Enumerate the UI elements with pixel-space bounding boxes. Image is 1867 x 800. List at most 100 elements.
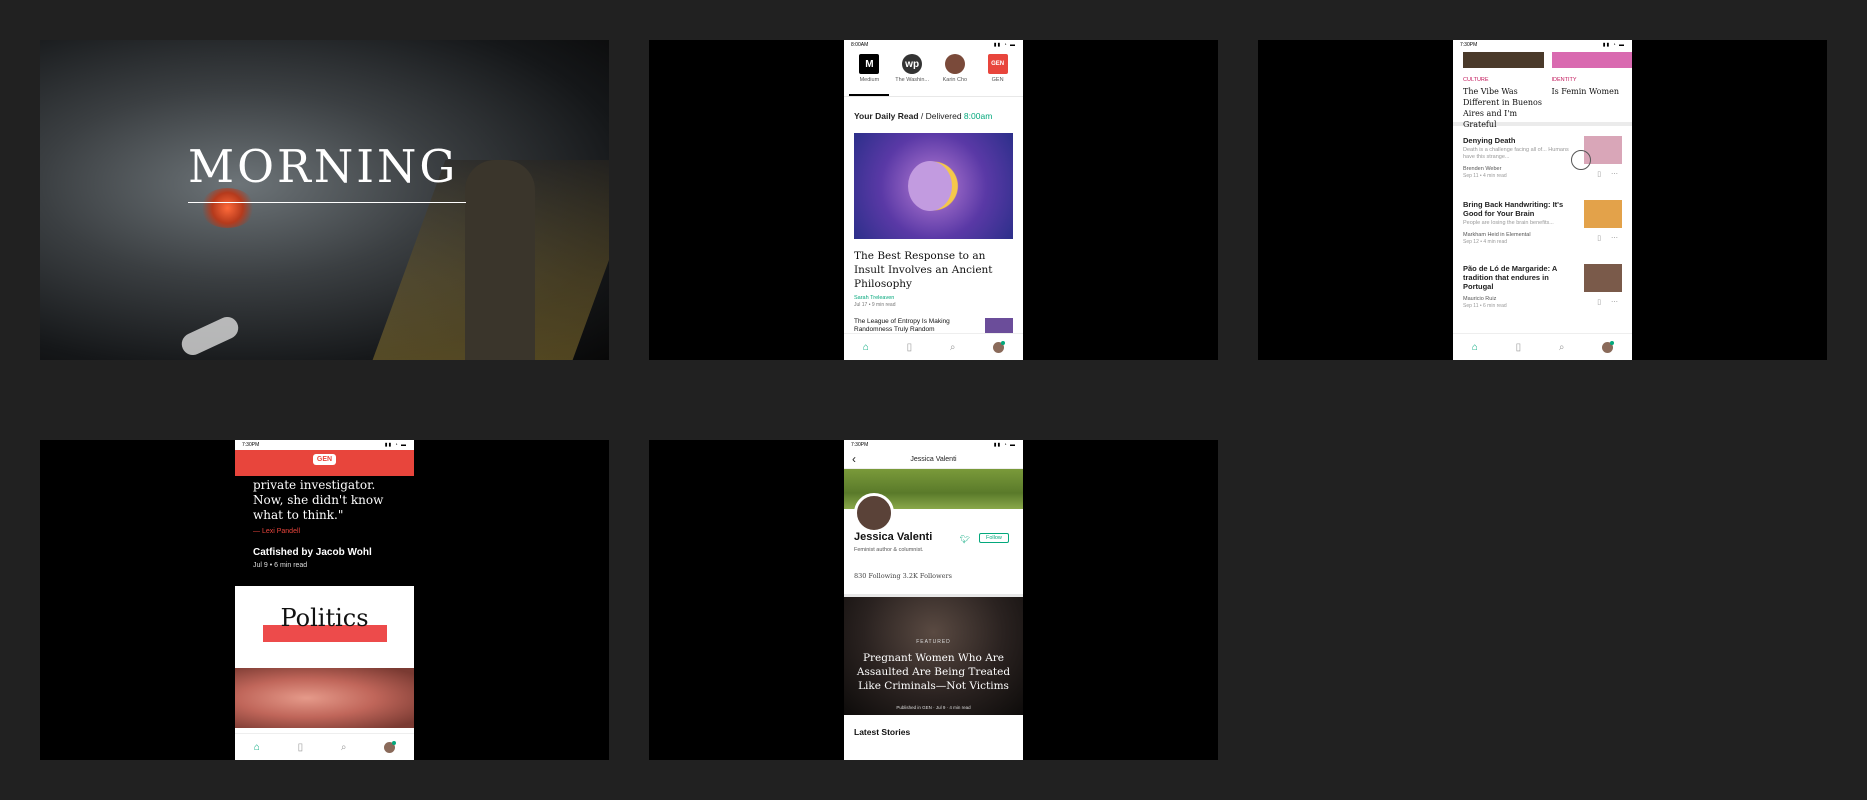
morning-title-card: MORNING xyxy=(40,40,609,360)
featured-label: FEATURED xyxy=(916,639,951,645)
tab-bar: ⌂ ▯ ⌕ xyxy=(235,733,414,760)
search-icon[interactable]: ⌕ xyxy=(950,342,956,353)
story-date: Sep 11 • 4 min read xyxy=(1463,173,1507,179)
status-time: 7:30PM xyxy=(1460,42,1478,48)
status-bar: 7:30PM ▮▮ ◔ ▬ xyxy=(235,440,414,450)
daily-read-screen: 8:00AM ▮▮ ◔ ▬ M Medium wp The Washin... … xyxy=(649,40,1218,360)
story-row[interactable]: Denying Death Death is a challenge facin… xyxy=(1453,126,1632,190)
profile-info: Jessica Valenti 🐦︎ Follow Feminist autho… xyxy=(844,493,1023,594)
politics-artwork xyxy=(235,668,414,728)
card-category: CULTURE xyxy=(1463,77,1489,83)
story-actions[interactable]: ▯ ⋯ xyxy=(1597,234,1622,242)
story-subtitle: Death is a challenge facing all of... Hu… xyxy=(1463,147,1569,160)
status-time: 8:00AM xyxy=(851,42,869,48)
tab-bar: ⌂ ▯ ⌕ xyxy=(1453,333,1632,360)
status-bar: 7:30PM ▮▮ ◔ ▬ xyxy=(844,440,1023,450)
pub-karin-cho[interactable]: Karin Cho xyxy=(935,54,975,96)
pub-medium[interactable]: M Medium xyxy=(849,54,890,96)
phone-frame: 8:00AM ▮▮ ◔ ▬ M Medium wp The Washin... … xyxy=(844,40,1023,360)
back-arrow-icon[interactable]: ‹ xyxy=(852,452,872,466)
daily-read-heading: Your Daily Read / Delivered 8:00am xyxy=(844,97,1023,127)
phone-frame: 7:30PM ▮▮ ◔ ▬ CULTURE The Vibe Was Diffe… xyxy=(1453,40,1632,360)
profile-avatar-icon[interactable] xyxy=(993,340,1006,353)
status-bar: 8:00AM ▮▮ ◔ ▬ xyxy=(844,40,1023,50)
pull-quote: private investigator. Now, she didn't kn… xyxy=(253,478,384,522)
gen-logo-icon[interactable]: GEN xyxy=(312,454,337,465)
status-icons: ▮▮ ◔ ▬ xyxy=(993,442,1016,448)
bookmarks-icon[interactable]: ▯ xyxy=(907,342,913,353)
featured-title: Pregnant Women Who Are Assaulted Are Bei… xyxy=(856,652,1011,692)
card-title: The Vibe Was Different in Buenos Aires a… xyxy=(1463,87,1542,129)
story-title: Pão de Ló de Margaride: A tradition that… xyxy=(1463,264,1558,291)
story-actions[interactable]: ▯ ⋯ xyxy=(1597,298,1622,306)
identity-card[interactable]: IDENTITY Is Femin Women xyxy=(1551,52,1632,122)
delivered-label: / Delivered xyxy=(918,111,964,121)
phone-frame: 7:30PM ▮▮ ◔ ▬ ‹ Jessica Valenti Jessica … xyxy=(844,440,1023,760)
search-icon[interactable]: ⌕ xyxy=(1559,342,1565,353)
wp-logo-icon: wp xyxy=(902,54,923,74)
header-name: Jessica Valenti xyxy=(910,455,957,463)
pub-label: Medium xyxy=(859,77,880,83)
search-icon[interactable]: ⌕ xyxy=(341,742,347,753)
profile-avatar-icon[interactable] xyxy=(384,740,397,753)
article-title[interactable]: Catfished by Jacob Wohl xyxy=(235,535,414,558)
card-title: Is Femin Women xyxy=(1551,87,1619,96)
avatar xyxy=(854,493,894,533)
article-meta: Jul 9 • 6 min read xyxy=(253,562,308,569)
follow-button[interactable]: Follow xyxy=(979,533,1009,543)
medium-logo-icon: M xyxy=(859,54,880,74)
profile-avatar-icon[interactable] xyxy=(1602,340,1615,353)
morning-title: MORNING xyxy=(188,140,459,193)
follow-stats[interactable]: 830 Following 3.2K Followers xyxy=(854,572,952,580)
karin-avatar xyxy=(944,54,965,74)
story-title: Bring Back Handwriting: It's Good for Yo… xyxy=(1463,200,1564,218)
profile-bio: Feminist author & columnist. xyxy=(854,547,924,553)
story-thumb xyxy=(1584,200,1622,228)
delivered-time: 8:00am xyxy=(963,111,993,121)
phone-frame: 7:30PM ▮▮ ◔ ▬ GEN private investigator. … xyxy=(235,440,414,760)
pub-label: Karin Cho xyxy=(942,77,968,83)
commuter-figure xyxy=(465,160,535,360)
card-image xyxy=(1551,52,1632,68)
profile-name: Jessica Valenti xyxy=(854,531,933,543)
home-icon[interactable]: ⌂ xyxy=(1472,342,1478,353)
touch-cursor-icon xyxy=(1571,150,1591,170)
profile-header: ‹ Jessica Valenti xyxy=(844,450,1023,469)
pub-label: GEN xyxy=(991,77,1004,83)
featured-story[interactable]: FEATURED Pregnant Women Who Are Assaulte… xyxy=(844,594,1023,715)
gen-header: GEN xyxy=(235,450,414,476)
title-underline xyxy=(188,202,466,203)
story-headline[interactable]: The Best Response to an Insult Involves … xyxy=(844,245,1023,291)
home-icon[interactable]: ⌂ xyxy=(863,342,869,353)
politics-heading: Politics xyxy=(280,604,369,632)
status-time: 7:30PM xyxy=(242,442,260,448)
culture-card[interactable]: CULTURE The Vibe Was Different in Buenos… xyxy=(1463,52,1544,129)
story-author[interactable]: Sarah Treleaven xyxy=(844,291,1023,301)
profile-screen: 7:30PM ▮▮ ◔ ▬ ‹ Jessica Valenti Jessica … xyxy=(649,440,1218,760)
feed-screen: 7:30PM ▮▮ ◔ ▬ CULTURE The Vibe Was Diffe… xyxy=(1258,40,1827,360)
story-actions[interactable]: ▯ ⋯ xyxy=(1597,170,1622,178)
card-image xyxy=(1463,52,1544,68)
tab-bar: ⌂ ▯ ⌕ xyxy=(844,333,1023,360)
twitter-icon[interactable]: 🐦︎ xyxy=(960,535,970,544)
card-category: IDENTITY xyxy=(1551,77,1577,83)
publication-strip: M Medium wp The Washin... Karin Cho GEN … xyxy=(844,50,1023,97)
daily-read-label: Your Daily Read xyxy=(854,111,919,121)
story-row[interactable]: Bring Back Handwriting: It's Good for Yo… xyxy=(1453,190,1632,254)
bookmarks-icon[interactable]: ▯ xyxy=(1516,342,1522,353)
status-time: 7:30PM xyxy=(851,442,869,448)
pub-label: The Washin... xyxy=(895,77,929,83)
gen-article-screen: 7:30PM ▮▮ ◔ ▬ GEN private investigator. … xyxy=(40,440,609,760)
story-row[interactable]: Pão de Ló de Margaride: A tradition that… xyxy=(1453,254,1632,318)
status-bar: 7:30PM ▮▮ ◔ ▬ xyxy=(1453,40,1632,50)
featured-meta: Published in GEN · Jul 9 · 4 min read xyxy=(896,705,971,710)
home-icon[interactable]: ⌂ xyxy=(254,742,260,753)
pub-washington[interactable]: wp The Washin... xyxy=(892,54,932,96)
story-subtitle: People are losing the brain benefits... xyxy=(1463,220,1554,226)
latest-stories-heading: Latest Stories xyxy=(854,727,911,737)
hero-illustration[interactable] xyxy=(854,133,1013,239)
pub-gen[interactable]: GEN GEN xyxy=(978,54,1018,96)
illustration-face xyxy=(908,161,952,211)
status-icons: ▮▮ ◔ ▬ xyxy=(1602,42,1625,48)
bookmarks-icon[interactable]: ▯ xyxy=(298,742,304,753)
